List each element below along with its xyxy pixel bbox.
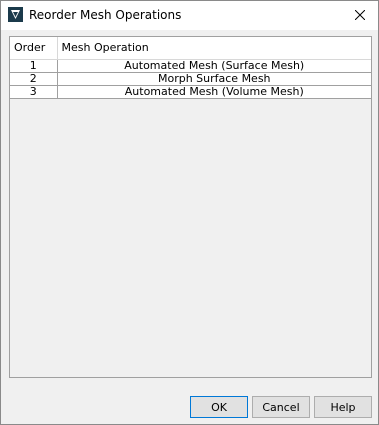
close-icon [355,10,365,20]
help-button[interactable]: Help [314,396,372,418]
table-header-row: Order Mesh Operation [10,37,371,60]
title-bar[interactable]: Reorder Mesh Operations [1,1,378,30]
table-row[interactable]: 2 Morph Surface Mesh [10,72,371,86]
dialog-window: Reorder Mesh Operations Order Mesh Opera… [0,0,379,425]
mesh-operations-table-panel[interactable]: Order Mesh Operation 1 Automated Mesh (S… [9,36,372,378]
operation-cell: Automated Mesh (Volume Mesh) [57,85,371,99]
mesh-operations-table: Order Mesh Operation 1 Automated Mesh (S… [10,37,371,99]
column-header-mesh-operation[interactable]: Mesh Operation [57,37,371,60]
order-cell: 2 [10,72,58,86]
order-cell: 1 [10,59,58,73]
app-logo-icon [8,7,23,22]
operation-cell: Morph Surface Mesh [57,72,371,86]
cancel-button[interactable]: Cancel [252,396,310,418]
close-button[interactable] [342,1,378,30]
window-title: Reorder Mesh Operations [29,8,182,22]
table-row[interactable]: 1 Automated Mesh (Surface Mesh) [10,59,371,73]
table-row[interactable]: 3 Automated Mesh (Volume Mesh) [10,85,371,99]
column-header-order[interactable]: Order [10,37,58,60]
order-cell: 3 [10,85,58,99]
operation-cell: Automated Mesh (Surface Mesh) [57,59,371,73]
ok-button[interactable]: OK [190,396,248,418]
